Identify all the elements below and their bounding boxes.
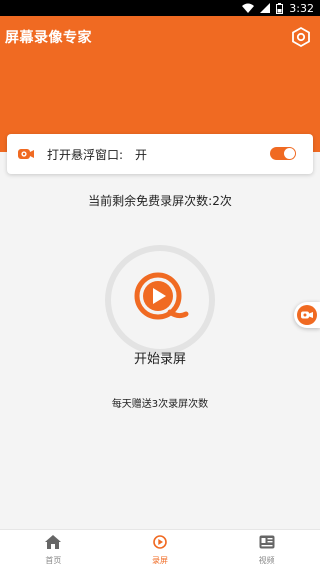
app-header: 屏幕录像专家: [0, 16, 320, 152]
nav-item-record[interactable]: 录屏: [107, 530, 214, 569]
remaining-count-text: 当前剩余免费录屏次数:2次: [88, 194, 232, 208]
nav-label-video: 视频: [258, 555, 275, 565]
start-record-button[interactable]: [105, 245, 215, 355]
home-icon: [45, 534, 62, 553]
settings-icon[interactable]: [290, 26, 312, 48]
float-window-label: 打开悬浮窗口:: [47, 147, 124, 162]
nav-item-video[interactable]: 视频: [213, 530, 320, 569]
nav-label-record: 录屏: [152, 555, 168, 565]
toggle-knob: [284, 148, 295, 159]
status-bar: 3:32: [0, 0, 320, 16]
floating-record-button[interactable]: [294, 302, 320, 328]
start-record-label: 开始录屏: [133, 352, 186, 367]
float-window-state: 开: [135, 147, 148, 162]
battery-icon: [276, 2, 284, 14]
wifi-icon: [242, 3, 255, 13]
nav-label-home: 首页: [45, 555, 62, 565]
play-record-icon: [130, 268, 190, 332]
daily-bonus-text: 每天赠送3次录屏次数: [111, 399, 209, 410]
status-time: 3:32: [289, 1, 314, 15]
nav-item-home[interactable]: 首页: [0, 530, 107, 569]
float-window-toggle[interactable]: [270, 147, 296, 160]
signal-icon: [260, 3, 271, 13]
record-icon: [153, 534, 167, 553]
float-window-card: 打开悬浮窗口: 开: [7, 134, 313, 174]
bottom-nav: 首页 录屏 视频: [0, 529, 320, 569]
app-title: 屏幕录像专家: [5, 30, 92, 46]
video-icon: [259, 534, 275, 553]
floating-camera-icon: [297, 305, 317, 325]
camera-icon: [17, 147, 35, 161]
